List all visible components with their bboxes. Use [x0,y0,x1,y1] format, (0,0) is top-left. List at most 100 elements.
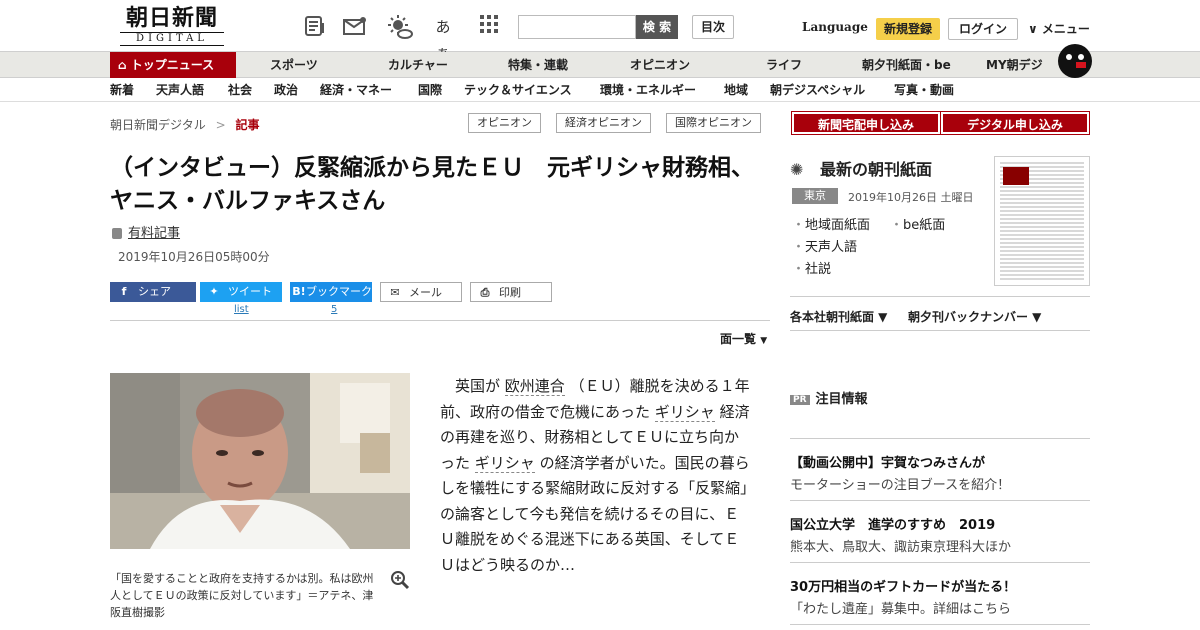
pages-dropdown[interactable]: 面一覧 ▼ [720,330,767,347]
home-delivery-button[interactable]: 新聞宅配申し込み [791,111,941,135]
nav-features[interactable]: 特集・連載 [508,52,568,78]
tag-opinion[interactable]: オピニオン [468,113,541,133]
divider [790,438,1090,439]
article-photo[interactable] [110,373,410,549]
nav-tech[interactable]: テック＆サイエンス [464,78,572,102]
link-editorial[interactable]: 社説 [792,258,831,277]
ad-title-1[interactable]: 【動画公開中】宇賀なつみさんが [790,452,985,471]
ad-sub-2[interactable]: 熊本大、鳥取大、諏訪東京理科大ほか [790,536,1011,555]
nav-paper[interactable]: 朝夕刊紙面・be [862,52,951,78]
menu-button[interactable]: ∨ メニュー [1028,20,1090,37]
divider [110,320,770,321]
link-tenseijingo[interactable]: 天声人語 [792,236,857,255]
zoom-icon[interactable] [390,570,410,590]
mail-share-button[interactable]: ✉ メール [380,282,462,302]
nav-society[interactable]: 社会 [228,78,252,102]
envelope-icon: ✉ [390,286,400,299]
primary-nav: ⌂ トップニュース スポーツ カルチャー 特集・連載 オピニオン ライフ 朝夕刊… [0,52,1200,78]
grid-icon[interactable] [476,14,502,40]
breadcrumb-home[interactable]: 朝日新聞デジタル [110,118,206,132]
nav-top-news[interactable]: ⌂ トップニュース [110,52,236,78]
font-size-icon[interactable]: あぁ [430,14,456,62]
nav-photo[interactable]: 写真・動画 [894,78,954,102]
logo-en: DIGITAL [120,32,224,46]
divider [790,500,1090,501]
nav-region[interactable]: 地域 [724,78,748,102]
nav-sports[interactable]: スポーツ [270,52,318,78]
article-date: 2019年10月26日05時00分 [118,250,270,264]
morning-paper-heading: ✺ 最新の朝刊紙面 [790,156,932,180]
region-badge[interactable]: 東京 [792,188,838,204]
body-text-1: 英国が [455,377,501,395]
divider [790,624,1090,625]
article-body: 英国が 欧州連合 （ＥＵ）離脱を決める１年前、政府の借金で危機にあった ギリシャ… [440,374,752,578]
weather-icon[interactable] [386,14,413,40]
pr-heading: PR 注目情報 [790,388,868,407]
paid-label: 有料記事 [112,222,180,241]
nav-economy[interactable]: 経済・マネー [320,78,392,102]
nav-life[interactable]: ライフ [766,52,802,78]
tag-economy-opinion[interactable]: 経済オピニオン [556,113,651,133]
printer-icon: ⎙ [480,286,490,299]
paid-link[interactable]: 有料記事 [128,226,180,241]
link-eu[interactable]: 欧州連合 [504,377,565,396]
mascot-icon[interactable] [1058,44,1092,78]
register-button[interactable]: 新規登録 [876,18,940,40]
newspaper-thumbnail[interactable] [994,156,1090,286]
search-button[interactable]: 検 索 [636,15,678,39]
link-greece-2[interactable]: ギリシャ [474,453,535,473]
paper-photo [1003,167,1029,185]
mail-icon[interactable] [342,14,368,40]
link-greece-1[interactable]: ギリシャ [654,402,715,422]
nav-world[interactable]: 国際 [418,78,442,102]
link-be-paper[interactable]: be紙面 [890,214,945,233]
nav-new[interactable]: 新着 [110,78,134,102]
photo-caption: 「国を愛することと政府を支持するかは別。私は欧州人としてＥＵの政策に反対していま… [110,572,374,619]
bookmark-count[interactable]: 5 [331,304,337,315]
tag-world-opinion[interactable]: 国際オピニオン [666,113,761,133]
tweet-label: ツイート [228,285,272,298]
print-button[interactable]: ⎙ 印刷 [470,282,552,302]
nav-environment[interactable]: 環境・エネルギー [600,78,696,102]
tweet-count[interactable]: list [234,304,249,315]
nav-special[interactable]: 朝デジスペシャル [770,78,865,102]
caret-down-icon: ▼ [760,336,768,346]
share-label: シェア [138,285,171,298]
newspaper-icon[interactable] [302,14,328,40]
ad-title-2[interactable]: 国公立大学 進学のすすめ 2019 [790,514,995,533]
search-input[interactable] [518,15,636,39]
hatena-bookmark-button[interactable]: B!ブックマーク [290,282,372,302]
mail-label: メール [409,286,442,299]
bookmark-label: ブックマーク [306,285,372,298]
language-link[interactable]: Language [802,20,868,34]
hatena-icon: B! [292,285,306,298]
pages-label: 面一覧 [720,332,757,346]
ad-sub-3[interactable]: 「わたし遺産」募集中。詳細はこちら [790,598,1011,617]
divider [790,296,1090,297]
nav-politics[interactable]: 政治 [274,78,298,102]
nav-tensei[interactable]: 天声人語 [156,78,204,102]
twitter-share-button[interactable]: ✦ ツイート [200,282,282,302]
ad-sub-1[interactable]: モーターショーの注目ブースを紹介！ [790,474,1010,493]
pr-badge: PR [790,394,810,405]
digital-subscribe-button[interactable]: デジタル申し込み [940,111,1090,135]
link-regional-paper[interactable]: 地域面紙面 [792,214,870,233]
ad-title-3[interactable]: 30万円相当のギフトカードが当たる！ [790,576,1016,595]
breadcrumb-sep: > [215,118,226,132]
login-button[interactable]: ログイン [948,18,1018,40]
facebook-icon: f [121,285,127,298]
secondary-nav: 新着 天声人語 社会 政治 経済・マネー 国際 テック＆サイエンス 環境・エネル… [0,78,1200,102]
asahi-logo[interactable]: 朝日新聞 DIGITAL [116,6,228,46]
regional-papers-dropdown[interactable]: 各本社朝刊紙面 ▼ [790,308,887,325]
nav-opinion[interactable]: オピニオン [630,52,690,78]
morning-date: 2019年10月26日 土曜日 [848,191,974,204]
nav-culture[interactable]: カルチャー [388,52,448,78]
toc-button[interactable]: 目次 [692,15,734,39]
back-numbers-dropdown[interactable]: 朝夕刊バックナンバー ▼ [908,308,1041,325]
nav-my[interactable]: MY朝デジ [986,52,1043,78]
facebook-share-button[interactable]: f シェア [110,282,196,302]
morning-title: 最新の朝刊紙面 [820,160,933,179]
pr-title: 注目情報 [815,392,868,407]
page: 朝日新聞 DIGITAL あぁ 検 索 目次 Language 新規登録 ログイ… [0,0,1200,630]
mascot-beak-icon [1076,62,1086,68]
